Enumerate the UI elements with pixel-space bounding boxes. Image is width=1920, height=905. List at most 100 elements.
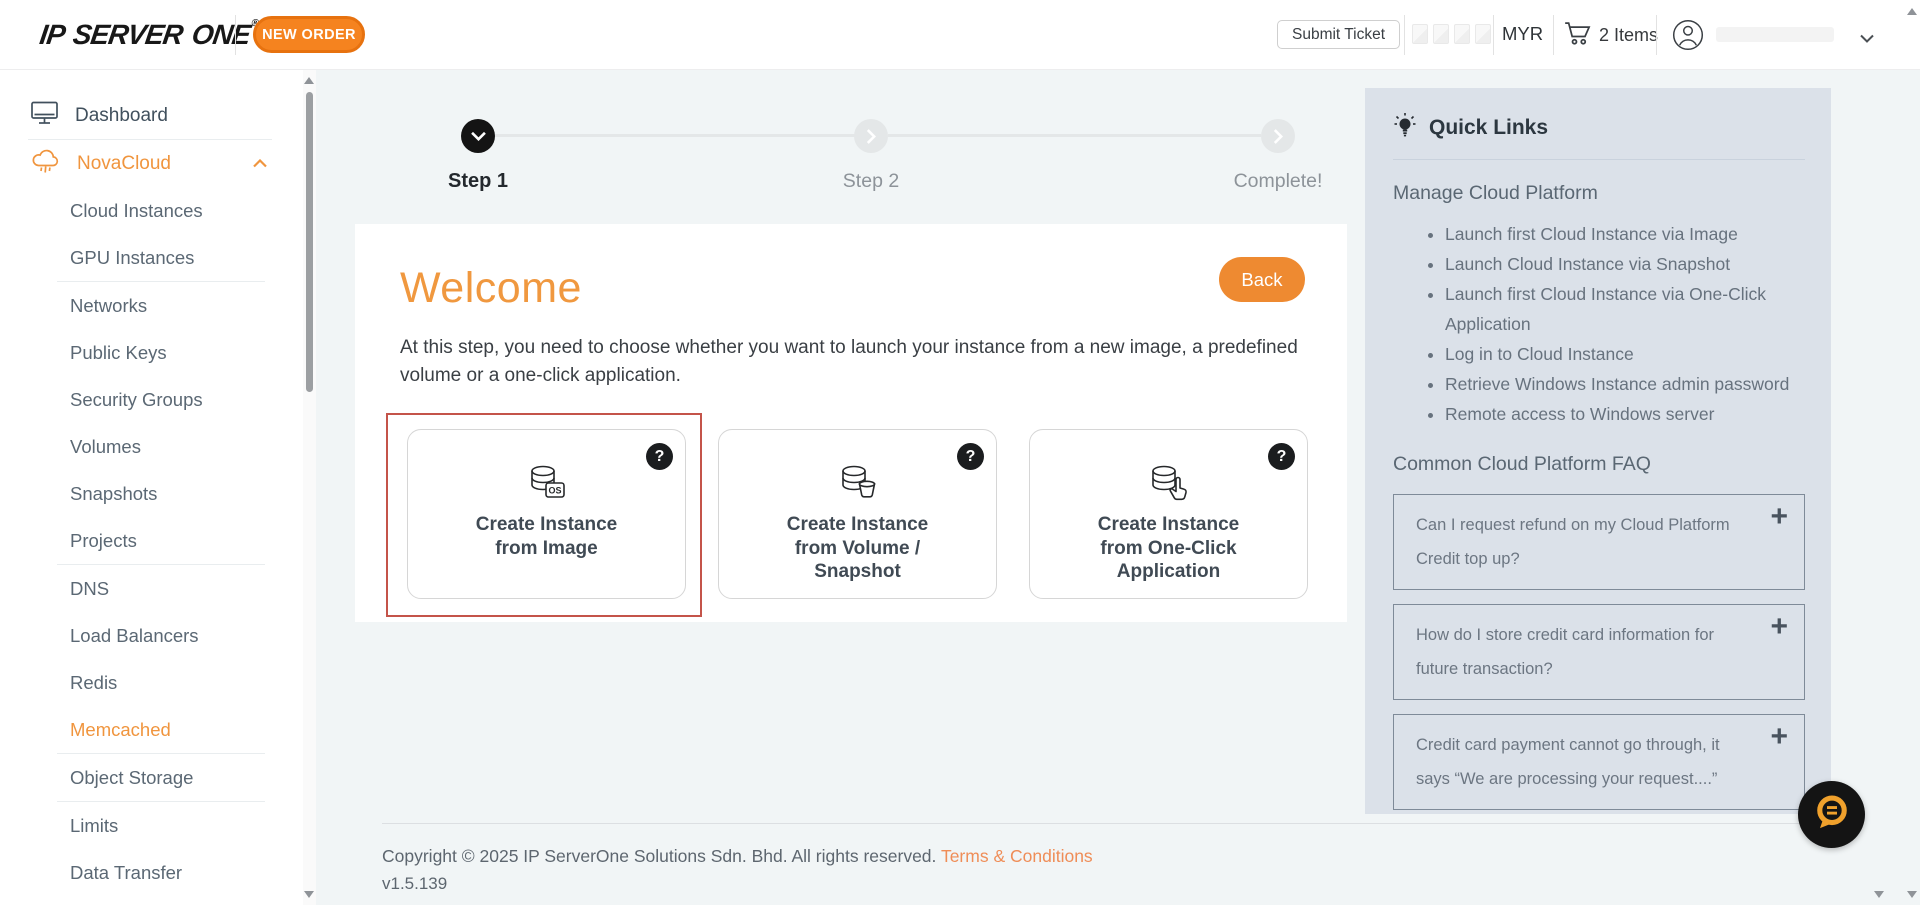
scroll-down-arrow[interactable] (304, 891, 314, 898)
faq-question: Can I request refund on my Cloud Platfor… (1416, 516, 1730, 568)
footer-divider (382, 823, 1831, 824)
sidebar-item-networks[interactable]: Networks (0, 282, 303, 329)
header: IP SERVER ONE® NEW ORDER Submit Ticket M… (0, 0, 1920, 70)
cloud-icon (31, 148, 60, 179)
sidebar-item-memcached[interactable]: Memcached (0, 706, 303, 753)
sidebar-item-gpu-instances[interactable]: GPU Instances (0, 234, 303, 281)
quick-links-title: Quick Links (1429, 116, 1549, 139)
terms-conditions-link[interactable]: Terms & Conditions (941, 846, 1093, 866)
step-2-label: Step 2 (842, 170, 900, 192)
sidebar-item-dashboard[interactable]: Dashboard (0, 92, 303, 139)
broken-image-icon (1412, 24, 1428, 44)
sidebar-item-limits[interactable]: Limits (0, 802, 303, 849)
chat-bubble-icon (1812, 792, 1852, 837)
scrollbar-thumb[interactable] (306, 92, 313, 392)
user-icon (1672, 19, 1704, 55)
create-from-volume-card[interactable]: ? Create Instance from Volume / Snapshot (718, 429, 997, 599)
stepper-line (495, 134, 855, 137)
faq-item[interactable]: How do I store credit card information f… (1393, 604, 1805, 700)
faq-question: Credit card payment cannot go through, i… (1416, 736, 1720, 788)
user-menu-button[interactable] (1672, 19, 1704, 56)
expand-icon[interactable]: + (1770, 610, 1788, 644)
footer-copyright: Copyright © 2025 IP ServerOne Solutions … (382, 846, 1093, 866)
broken-image-icon (1454, 24, 1470, 44)
sidebar-item-projects[interactable]: Projects (0, 517, 303, 564)
expand-icon[interactable]: + (1770, 720, 1788, 754)
sidebar-item-cloud-instances[interactable]: Cloud Instances (0, 187, 303, 234)
header-divider (1553, 15, 1554, 55)
panel-divider (1393, 159, 1805, 160)
quick-link[interactable]: Launch Cloud Instance via Snapshot (1445, 249, 1805, 279)
quick-link[interactable]: Launch first Cloud Instance via Image (1445, 219, 1805, 249)
lightbulb-icon (1393, 112, 1417, 144)
username-placeholder (1716, 27, 1834, 42)
quick-link[interactable]: Launch first Cloud Instance via One-Clic… (1445, 279, 1805, 339)
step-1-indicator (461, 119, 495, 153)
monitor-icon (31, 101, 58, 131)
header-divider (1493, 15, 1494, 55)
scroll-up-arrow[interactable] (304, 77, 314, 84)
sidebar-item-label: NovaCloud (77, 152, 171, 174)
card-label: Create Instance from One-Click Applicati… (1097, 514, 1240, 582)
quick-links-panel: Quick Links Manage Cloud Platform Launch… (1365, 88, 1831, 814)
manage-cloud-platform-heading: Manage Cloud Platform (1393, 182, 1598, 204)
sidebar-item-dns[interactable]: DNS (0, 565, 303, 612)
sidebar-item-redis[interactable]: Redis (0, 659, 303, 706)
quick-link[interactable]: Remote access to Windows server (1445, 399, 1805, 429)
quick-link[interactable]: Log in to Cloud Instance (1445, 339, 1805, 369)
sidebar-scrollbar[interactable] (303, 70, 316, 905)
currency-selector[interactable]: MYR (1502, 23, 1543, 45)
step-1-label: Step 1 (447, 170, 509, 192)
page-scroll-up-arrow[interactable] (1907, 8, 1917, 15)
live-chat-button[interactable] (1798, 781, 1865, 848)
welcome-panel: Welcome Back At this step, you need to c… (355, 224, 1347, 622)
page-scroll-down-arrow[interactable] (1907, 891, 1917, 898)
sidebar-item-data-transfer[interactable]: Data Transfer (0, 849, 303, 896)
broken-image-icon (1433, 24, 1449, 44)
step-complete-label: Complete! (1233, 170, 1323, 192)
quick-links-list: Launch first Cloud Instance via Image La… (1393, 219, 1805, 429)
ipserverone-logo[interactable]: IP SERVER ONE® (38, 18, 260, 51)
create-from-image-card[interactable]: ? OS Create Instance from Image (407, 429, 686, 599)
create-from-one-click-card[interactable]: ? Create Instance from One-Click Applica… (1029, 429, 1308, 599)
new-order-button[interactable]: NEW ORDER (253, 16, 365, 53)
one-click-app-icon (1151, 465, 1187, 501)
back-button[interactable]: Back (1219, 257, 1305, 302)
image-os-icon: OS (530, 465, 565, 498)
page-title: Welcome (400, 264, 582, 312)
stepper-line (888, 134, 1261, 137)
content-scroll-down-arrow[interactable] (1874, 891, 1884, 898)
card-label: Create Instance from Volume / Snapshot (786, 514, 929, 582)
cart-count: 2 Items (1599, 25, 1659, 45)
sidebar-item-public-keys[interactable]: Public Keys (0, 329, 303, 376)
broken-image-icon (1475, 24, 1491, 44)
header-divider (1404, 15, 1405, 55)
sidebar: Dashboard NovaCloud Cloud Instances GPU … (0, 70, 303, 905)
sidebar-item-volumes[interactable]: Volumes (0, 423, 303, 470)
sidebar-item-snapshots[interactable]: Snapshots (0, 470, 303, 517)
chevron-up-icon[interactable] (253, 159, 267, 168)
cart-button[interactable]: 2 Items (1564, 20, 1658, 51)
help-icon[interactable]: ? (646, 443, 673, 470)
chevron-down-icon[interactable] (1860, 30, 1874, 48)
sidebar-item-load-balancers[interactable]: Load Balancers (0, 612, 303, 659)
sidebar-item-security-groups[interactable]: Security Groups (0, 376, 303, 423)
sidebar-item-label: Dashboard (75, 104, 168, 126)
volume-snapshot-icon (841, 465, 875, 498)
step-2-indicator (854, 119, 888, 153)
header-divider (1656, 15, 1657, 55)
footer-version: v1.5.139 (382, 874, 448, 893)
faq-heading: Common Cloud Platform FAQ (1393, 453, 1651, 475)
sidebar-item-novacloud[interactable]: NovaCloud (0, 140, 303, 187)
expand-icon[interactable]: + (1770, 500, 1788, 534)
step-description: At this step, you need to choose whether… (400, 337, 1298, 386)
help-icon[interactable]: ? (957, 443, 984, 470)
sidebar-item-object-storage[interactable]: Object Storage (0, 754, 303, 801)
quick-link[interactable]: Retrieve Windows Instance admin password (1445, 369, 1805, 399)
submit-ticket-button[interactable]: Submit Ticket (1277, 20, 1401, 49)
header-divider (235, 15, 236, 55)
help-icon[interactable]: ? (1268, 443, 1295, 470)
faq-item[interactable]: Can I request refund on my Cloud Platfor… (1393, 494, 1805, 590)
faq-item[interactable]: Credit card payment cannot go through, i… (1393, 714, 1805, 810)
svg-text:OS: OS (548, 486, 561, 496)
